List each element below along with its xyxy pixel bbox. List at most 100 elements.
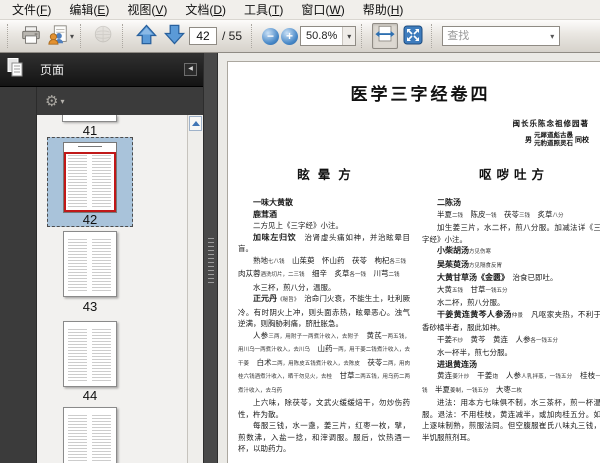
- menu-item-f[interactable]: 文件(F): [3, 0, 60, 20]
- thumbnail-label-42: 42: [82, 212, 98, 227]
- zoom-level-value: 50.8%: [306, 30, 338, 42]
- toolbar-grip: [251, 24, 257, 48]
- menu-item-t[interactable]: 工具(T): [235, 0, 292, 20]
- pages-panel-header: 页面 ◀: [0, 53, 203, 87]
- thumbnail-label-41: 41: [82, 123, 98, 138]
- thumbnail-text-lines: [68, 415, 87, 463]
- doc-paragraph: 进法：用本方七味俱不制，水三茶杯，煎一杯温服。退法：不用桂枝，黄连减半，或加肉桂…: [422, 398, 600, 442]
- thumbnail-page-43[interactable]: [63, 231, 117, 297]
- toolbar-grip: [7, 24, 13, 48]
- thumbnail-page-42-image[interactable]: [63, 142, 117, 213]
- printer-icon: [20, 24, 42, 49]
- doc-paragraph: 一味大黄散: [253, 198, 293, 207]
- attribution-author: 闽长乐陈念祖修园著: [512, 119, 589, 128]
- document-view[interactable]: 医学三字经卷四 闽长乐陈念祖修园著 男 元犀道彪古愚 元豹道照灵石 同校 眩晕方…: [218, 53, 600, 463]
- doc-paragraph: 小柴胡汤方见伤寒: [437, 246, 492, 255]
- page-up-icon: [135, 23, 158, 49]
- divider-grip-icon: [208, 237, 214, 284]
- fit-width-button[interactable]: [372, 23, 399, 49]
- menu-item-d[interactable]: 文档(D): [176, 0, 235, 20]
- navigation-icon-strip: [0, 87, 37, 463]
- doc-paragraph: 大黄五钱 甘草一钱五分: [437, 284, 508, 294]
- pages-panel-body: ⚙ ▾ 41 42 43 44: [0, 87, 203, 463]
- thumbnail-page-42-selected[interactable]: 42: [47, 137, 133, 227]
- thumbnail-label-44: 44: [82, 388, 98, 403]
- doc-paragraph: 正元丹《秘旨》 治命门火衰，不能生土，吐利厥冷。有时阴火上冲，则头面赤热，眩晕恶…: [238, 294, 411, 328]
- share-document-button[interactable]: ▾: [46, 23, 75, 49]
- doc-paragraph: 上六味，除茯苓，文武火缓缓焙干，勿炒伤药性，杵为散。: [238, 398, 410, 419]
- menu-item-h[interactable]: 帮助(H): [354, 0, 413, 20]
- stamp-button-disabled: [91, 23, 117, 49]
- doc-paragraph: 每服三钱，水一盏，姜三片，红枣一枚，擘，煎数沸，入盐一捻，和滓调服。服后，饮热酒…: [238, 421, 410, 453]
- menu-item-v[interactable]: 视图(V): [118, 0, 176, 20]
- page-down-icon: [163, 23, 186, 49]
- document-title: 医学三字经卷四: [350, 85, 491, 104]
- doc-paragraph: 大黄甘草汤《金匮》 治食已即吐。: [437, 273, 558, 282]
- document-page: 医学三字经卷四 闽长乐陈念祖修园著 男 元犀道彪古愚 元豹道照灵石 同校 眩晕方…: [227, 61, 600, 463]
- zoom-out-button[interactable]: −: [262, 27, 280, 45]
- doc-paragraph: 吴茱萸汤方见隔食反胃: [437, 259, 503, 269]
- toolbar-grip: [431, 24, 437, 48]
- current-view-red-rectangle[interactable]: [64, 152, 116, 212]
- doc-paragraph: 二陈汤: [437, 198, 461, 207]
- find-input[interactable]: [443, 30, 546, 42]
- document-column-left: 眩晕方 一味大黄散 鹿茸酒 二方见上《三字经》小注。 加味左归饮 治肾虚头痛如神，并治…: [238, 164, 410, 455]
- doc-paragraph: 水一杯半，煎七分服。: [437, 348, 512, 357]
- chevron-up-icon: [191, 121, 200, 126]
- thumbnail-page-45[interactable]: [63, 407, 117, 463]
- menu-item-w[interactable]: 窗口(W): [292, 0, 353, 20]
- panel-divider[interactable]: [203, 53, 218, 463]
- print-button[interactable]: [18, 23, 44, 49]
- attribution-proofreaders: 男 元犀道彪古愚 元豹道照灵石 同校: [525, 132, 589, 148]
- doc-paragraph: 加味左归饮 治肾虚头痛如神，并治眩晕目盲。: [238, 232, 411, 254]
- zoom-level-box[interactable]: 50.8% ▾: [300, 26, 357, 46]
- pages-panel-icon: [6, 57, 25, 83]
- thumbnail-page-41[interactable]: [62, 115, 117, 122]
- pdf-reader-window: 文件(F) 编辑(E) 视图(V) 文档(D) 工具(T) 窗口(W) 帮助(H) ▾: [0, 0, 600, 463]
- toolbar-grip: [80, 24, 86, 48]
- document-column-right: 呕哕吐方 二陈汤 半夏二钱 陈皮一钱 茯苓三钱 炙草八分 加生姜三片，水二杯，煎八分…: [422, 164, 600, 455]
- zoom-dropdown-caret-icon[interactable]: ▾: [342, 27, 356, 45]
- doc-paragraph: 加生姜三片，水二杯，煎八分服。加减法详《三字经》小注。: [422, 223, 600, 244]
- menu-bar: 文件(F) 编辑(E) 视图(V) 文档(D) 工具(T) 窗口(W) 帮助(H): [0, 0, 600, 19]
- doc-paragraph: 干姜不炒 黄芩 黄连 人参各一钱五分: [437, 334, 559, 344]
- menu-item-e[interactable]: 编辑(E): [60, 0, 118, 20]
- next-page-button[interactable]: [161, 23, 187, 49]
- section-heading: 呕哕吐方: [478, 168, 549, 182]
- thumbnail-list: 41 42 43 44: [37, 115, 203, 463]
- section-body: 一味大黄散鹿茸酒二方见上《三字经》小注。加味左归饮 治肾虚头痛如神，并治眩晕目盲…: [238, 197, 410, 455]
- attribution-name-1: 元犀道彪古愚: [534, 132, 573, 139]
- share-dropdown-caret-icon[interactable]: ▾: [70, 32, 74, 41]
- attribution-prefix: 男: [525, 136, 532, 144]
- thumbnail-text-lines: [68, 239, 87, 292]
- share-document-icon: [47, 24, 69, 49]
- thumbnail-scrollbar[interactable]: [187, 115, 203, 463]
- toolbar-grip: [122, 24, 128, 48]
- scroll-up-button[interactable]: [189, 116, 202, 131]
- pages-panel-title: 页面: [40, 63, 65, 77]
- fit-page-button[interactable]: [400, 23, 426, 49]
- find-dropdown-caret-icon[interactable]: ▾: [545, 27, 559, 45]
- section-body: 二陈汤 半夏二钱 陈皮一钱 茯苓三钱 炙草八分 加生姜三片，水二杯，煎八分服。加减法…: [422, 197, 600, 443]
- gear-icon[interactable]: ⚙: [45, 94, 58, 109]
- attribution-suffix: 同校: [575, 136, 589, 144]
- find-box: ▾: [442, 26, 561, 46]
- doc-paragraph: 水二杯，煎八分服。: [437, 298, 505, 307]
- thumbnail-page-44[interactable]: [63, 321, 117, 387]
- doc-paragraph: 水三杯，煎八分，温服。: [253, 282, 336, 292]
- doc-paragraph: 二方见上《三字经》小注。: [253, 221, 343, 230]
- thumbnail-text-lines: [92, 329, 111, 382]
- previous-page-button[interactable]: [133, 23, 159, 49]
- thumbnail-label-43: 43: [82, 299, 98, 314]
- zoom-in-button[interactable]: +: [281, 27, 299, 45]
- thumbnail-text-lines: [92, 415, 111, 463]
- page-number-input[interactable]: [189, 27, 218, 45]
- options-caret-icon[interactable]: ▾: [60, 97, 64, 106]
- content-area: 页面 ◀ ⚙ ▾ 41 42 43 44 医学三字经卷四 闽长乐陈念祖修园著 男…: [0, 53, 600, 463]
- thumbnail-text-lines: [92, 239, 111, 292]
- stamp-icon: [93, 24, 115, 49]
- doc-paragraph: 鹿茸酒: [253, 209, 277, 219]
- doc-paragraph: 进退黄连汤: [437, 359, 477, 369]
- fit-width-icon: [374, 24, 396, 49]
- collapse-panel-button[interactable]: ◀: [184, 63, 197, 76]
